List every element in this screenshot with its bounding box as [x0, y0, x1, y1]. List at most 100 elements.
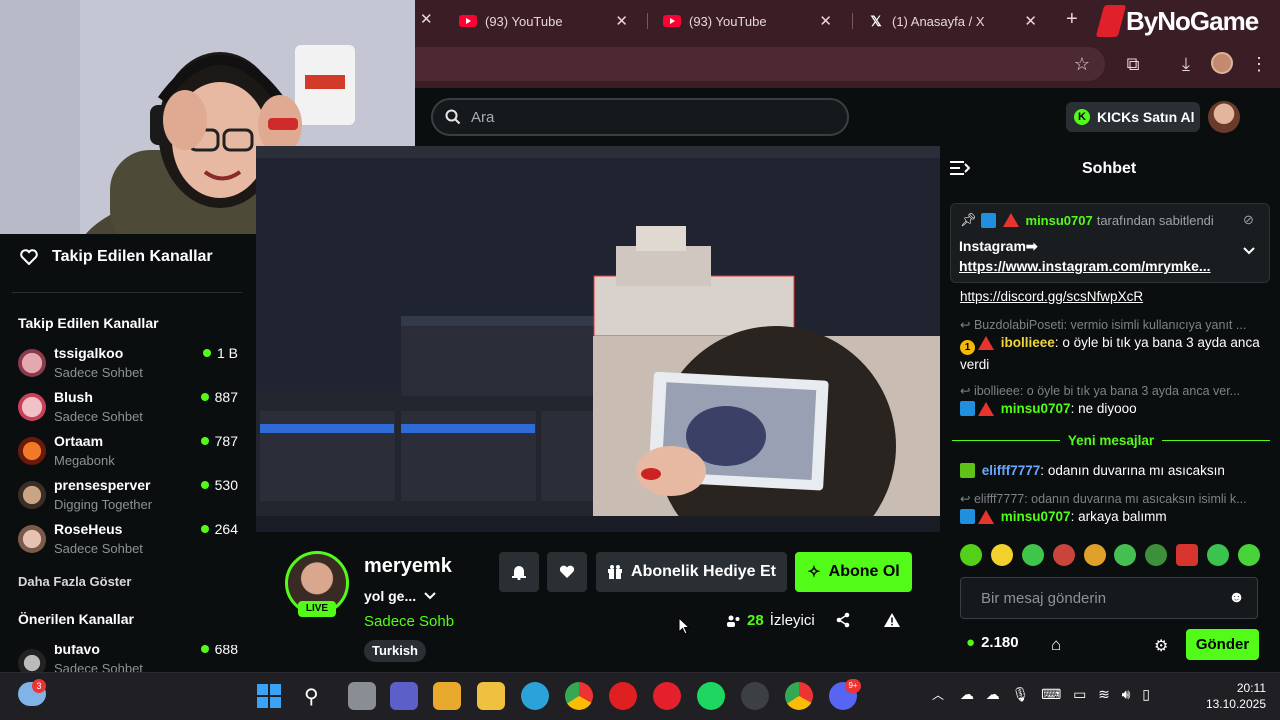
recommended-section-title: Önerilen Kanallar: [18, 611, 134, 627]
new-tab-icon[interactable]: +: [1066, 8, 1078, 31]
followed-channels-header[interactable]: Takip Edilen Kanallar: [20, 248, 213, 266]
extensions-icon[interactable]: ⧉: [1121, 52, 1145, 76]
emote-icon[interactable]: [990, 544, 1013, 566]
spotify-icon[interactable]: [697, 682, 725, 710]
live-dot-icon: [200, 525, 209, 533]
address-bar[interactable]: [415, 47, 1105, 81]
taskbar-clock[interactable]: 20:11 13.10.2025: [1196, 680, 1266, 712]
task-view-icon[interactable]: [348, 682, 376, 710]
send-message-button[interactable]: Gönder: [1186, 629, 1259, 660]
wifi-icon[interactable]: ≋: [1098, 686, 1110, 703]
file-explorer-icon[interactable]: [477, 682, 505, 710]
close-tab-icon[interactable]: ✕: [819, 12, 832, 30]
og-badge-icon: [978, 510, 994, 524]
close-tab-icon[interactable]: ✕: [1024, 12, 1037, 30]
og-badge-icon: [978, 336, 994, 350]
close-tab-icon[interactable]: ✕: [615, 12, 628, 30]
stream-title[interactable]: yol ge...: [364, 588, 436, 604]
chevron-up-icon[interactable]: ︿: [932, 686, 944, 703]
gift-subscription-button[interactable]: Abonelik Hediye Et: [596, 552, 787, 592]
report-warning-icon[interactable]: [883, 612, 901, 633]
sidebar-channel[interactable]: Ortaam Megabonk 787: [18, 433, 240, 481]
sidebar-channel[interactable]: Blush Sadece Sohbet 887: [18, 389, 240, 437]
bynogame-logo: ByNoGame: [1095, 2, 1280, 40]
stream-category-link[interactable]: Sadece Sohb: [364, 613, 454, 630]
expand-pinned-icon[interactable]: [1243, 242, 1255, 260]
live-dot-icon: [200, 437, 209, 445]
gear-icon[interactable]: ⚙: [1154, 636, 1168, 656]
store-icon[interactable]: ⌂: [1051, 635, 1061, 655]
search-icon: [445, 109, 461, 125]
sidebar-channel[interactable]: tssigalkoo Sadece Sohbet 1 B: [18, 345, 240, 393]
system-tray: ☁ ☁ 🎙︎ ⌨ ▭ ≋ 🔊︎ ▯: [960, 686, 1150, 703]
more-menu-icon[interactable]: ⋮: [1247, 52, 1271, 76]
live-dot-icon: [200, 393, 209, 401]
sub-badge-icon: 1: [960, 340, 975, 355]
video-player[interactable]: [256, 146, 940, 532]
streamer-name[interactable]: meryemk: [364, 555, 452, 578]
emote-icon[interactable]: [1176, 544, 1199, 566]
chat-message: minsu0707: ne diyooo: [960, 399, 1260, 419]
browser-tab[interactable]: (93) YouTube ✕: [649, 6, 844, 36]
onedrive-icon[interactable]: ☁: [986, 686, 1000, 703]
browser-profile-avatar[interactable]: [1211, 52, 1233, 74]
store-app-icon[interactable]: [433, 682, 461, 710]
keyboard-icon[interactable]: ⌨: [1041, 686, 1061, 703]
cloud-alert-icon[interactable]: ☁: [960, 686, 974, 703]
emote-icon[interactable]: [1052, 544, 1075, 566]
sidebar-channel[interactable]: RoseHeus Sadece Sohbet 264: [18, 521, 240, 569]
edge-icon[interactable]: [521, 682, 549, 710]
followed-section-title: Takip Edilen Kanallar: [18, 315, 159, 331]
channel-avatar: [18, 649, 46, 672]
user-avatar[interactable]: [1208, 101, 1240, 133]
microphone-icon[interactable]: 🎙︎: [1012, 686, 1030, 703]
emote-icon[interactable]: [1021, 544, 1044, 566]
tab-separator: [647, 13, 648, 29]
opera-icon[interactable]: [653, 682, 681, 710]
windows-start-icon[interactable]: [257, 684, 281, 713]
sidebar-channel[interactable]: bufavo Sadece Sohbet 688: [18, 645, 240, 672]
stream-tag[interactable]: Turkish: [364, 640, 426, 662]
channel-avatar: [18, 437, 46, 465]
emote-bar: [960, 544, 1260, 568]
chevron-down-icon[interactable]: [424, 592, 436, 600]
chat-link[interactable]: https://discord.gg/scsNfwpXcR: [960, 287, 1260, 307]
channel-points[interactable]: ● 2.180: [966, 634, 1019, 651]
live-dot-icon: [200, 645, 209, 653]
emote-icon[interactable]: [1114, 544, 1137, 566]
close-tab-icon[interactable]: ✕: [420, 10, 433, 28]
emote-icon[interactable]: [960, 544, 982, 566]
collapse-chat-icon[interactable]: [950, 160, 971, 181]
follow-button[interactable]: [547, 552, 587, 592]
emote-icon[interactable]: [1237, 544, 1260, 566]
chrome-icon[interactable]: [565, 682, 593, 710]
search-input[interactable]: Ara: [431, 98, 849, 136]
emoji-picker-icon[interactable]: ☻: [1228, 589, 1245, 607]
teams-icon[interactable]: [390, 682, 418, 710]
browser-tab[interactable]: (93) YouTube ✕: [445, 6, 640, 36]
hide-eye-icon[interactable]: ⊘: [1243, 212, 1254, 228]
pinned-link[interactable]: https://www.instagram.com/mrymke...: [959, 258, 1229, 274]
sidebar-channel[interactable]: prensesperver Digging Together 530: [18, 477, 240, 525]
share-icon[interactable]: [835, 612, 851, 633]
media-player-icon[interactable]: [609, 682, 637, 710]
emote-icon[interactable]: [1207, 544, 1229, 566]
emote-icon[interactable]: [1083, 544, 1106, 566]
browser-tab[interactable]: 𝕏 (1) Anasayfa / X ✕: [854, 6, 1049, 36]
chrome-profile-icon[interactable]: [785, 682, 813, 710]
battery-icon[interactable]: ▯: [1142, 686, 1150, 703]
emote-icon[interactable]: [1145, 544, 1168, 566]
show-more-link[interactable]: Daha Fazla Göster: [18, 574, 131, 589]
chat-message-input[interactable]: Bir mesaj gönderin ☻: [960, 577, 1258, 619]
notification-button[interactable]: [499, 552, 539, 592]
display-icon[interactable]: ▭: [1073, 686, 1086, 703]
obs-icon[interactable]: [741, 682, 769, 710]
subscribe-button[interactable]: ✧ Abone Ol: [795, 552, 912, 592]
new-messages-divider[interactable]: Yeni mesajlar: [952, 431, 1270, 449]
weather-badge: 3: [32, 679, 46, 693]
buy-kicks-button[interactable]: K KICKs Satın Al: [1066, 102, 1200, 132]
star-icon[interactable]: ☆: [1070, 52, 1094, 76]
search-icon[interactable]: ⚲: [304, 684, 319, 709]
download-icon[interactable]: ⤓: [1174, 52, 1198, 76]
volume-icon[interactable]: 🔊︎: [1122, 686, 1131, 703]
